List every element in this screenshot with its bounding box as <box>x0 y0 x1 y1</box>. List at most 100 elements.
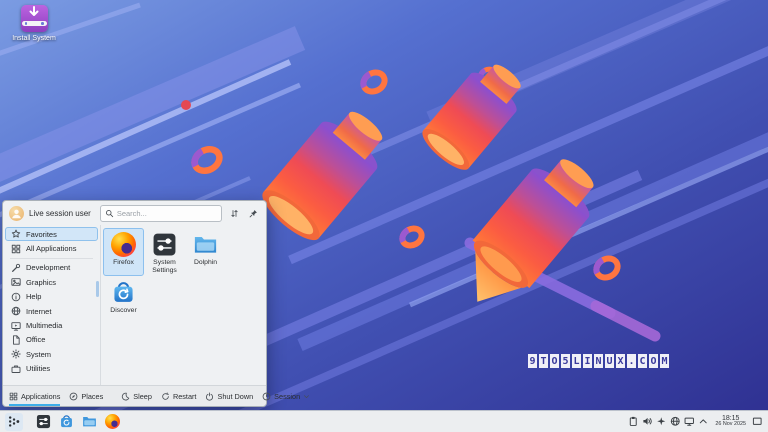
firefox-icon <box>111 232 136 257</box>
taskbar-dolphin[interactable] <box>80 413 98 431</box>
power-icon <box>205 392 214 401</box>
search-field[interactable] <box>100 205 222 222</box>
sidebar-item-utilities[interactable]: Utilities <box>5 362 98 376</box>
discover-icon <box>111 280 136 305</box>
launcher-body: Favorites All Applications Development G… <box>3 225 266 385</box>
watermark-letter: M <box>660 354 669 368</box>
clock-date: 26 Nov 2025 <box>715 422 746 428</box>
moon-icon <box>121 392 130 401</box>
download-arrow-icon <box>26 5 42 20</box>
taskbar-firefox[interactable] <box>103 413 121 431</box>
application-launcher-menu: Live session user <box>2 200 267 407</box>
session-button[interactable]: Session <box>262 386 310 406</box>
restart-button[interactable]: Restart <box>161 386 197 406</box>
pin-button[interactable] <box>246 206 260 220</box>
launcher-footer: Applications Places Sleep Restart Shut D… <box>3 385 266 406</box>
star-icon <box>11 229 21 239</box>
tab-applications[interactable]: Applications <box>9 386 60 406</box>
tab-places[interactable]: Places <box>69 386 103 406</box>
clipboard-tray-icon[interactable] <box>626 415 639 428</box>
sidebar-scrollbar[interactable] <box>96 281 99 297</box>
sidebar-item-development[interactable]: Development <box>5 261 98 275</box>
watermark-letter: T <box>539 354 548 368</box>
chevron-down-icon <box>303 393 310 400</box>
taskbar-system-settings[interactable] <box>34 413 52 431</box>
sidebar-item-internet[interactable]: Internet <box>5 304 98 318</box>
briefcase-icon <box>11 364 21 374</box>
slider-bar-icon <box>22 21 47 26</box>
session-icon <box>262 392 271 401</box>
network-tray-icon[interactable] <box>668 415 681 428</box>
launcher-header: Live session user <box>3 201 266 225</box>
watermark-letter: I <box>583 354 592 368</box>
dolphin-folder-icon <box>82 414 97 429</box>
pin-icon <box>249 209 258 218</box>
system-settings-icon <box>152 232 177 257</box>
system-tray <box>626 415 709 428</box>
application-launcher-button[interactable] <box>5 413 23 431</box>
install-system-desktop-icon[interactable]: Install System <box>8 5 60 42</box>
sort-button[interactable] <box>227 206 241 220</box>
search-icon <box>105 209 114 218</box>
restart-icon <box>161 392 170 401</box>
dolphin-folder-icon <box>193 232 218 257</box>
install-system-icon <box>21 5 48 32</box>
show-desktop-button[interactable] <box>751 414 763 430</box>
globe-icon <box>11 306 21 316</box>
watermark-letter: X <box>616 354 625 368</box>
watermark-letter: . <box>627 354 636 368</box>
watermark-letter: 5 <box>561 354 570 368</box>
watermark: 9TO5LINUX.COM <box>528 354 669 368</box>
watermark-letter: O <box>550 354 559 368</box>
install-system-label: Install System <box>12 35 56 42</box>
watermark-letter: C <box>638 354 647 368</box>
sort-icon <box>230 209 239 218</box>
desktop: Install System 9TO5LINUX.COM Live sessio… <box>0 0 768 432</box>
sidebar-item-graphics[interactable]: Graphics <box>5 275 98 289</box>
favorites-grid: Firefox System Settings <box>101 225 266 385</box>
taskbar-discover[interactable] <box>57 413 75 431</box>
sidebar-item-favorites[interactable]: Favorites <box>5 227 98 241</box>
volume-tray-icon[interactable] <box>640 415 653 428</box>
wrench-icon <box>11 263 21 273</box>
firefox-icon <box>105 414 120 429</box>
app-tile-firefox[interactable]: Firefox <box>103 228 144 276</box>
watermark-letter: O <box>649 354 658 368</box>
system-settings-icon <box>36 414 51 429</box>
sidebar-separator <box>10 258 93 259</box>
app-tile-system-settings[interactable]: System Settings <box>144 228 185 276</box>
watermark-letter: U <box>605 354 614 368</box>
app-tile-discover[interactable]: Discover <box>103 276 144 324</box>
help-icon <box>11 292 21 302</box>
document-icon <box>11 335 21 345</box>
grid-icon <box>11 244 21 254</box>
screen-icon <box>11 321 21 331</box>
show-desktop-icon <box>752 416 763 427</box>
sidebar-item-help[interactable]: Help <box>5 290 98 304</box>
user-avatar[interactable] <box>9 206 24 221</box>
digital-clock[interactable]: 18:15 26 Nov 2025 <box>715 415 746 428</box>
grid-icon <box>9 392 18 401</box>
watermark-letter: L <box>572 354 581 368</box>
watermark-letter: N <box>594 354 603 368</box>
expand-tray-icon[interactable] <box>696 415 709 428</box>
picture-icon <box>11 277 21 287</box>
launcher-sidebar: Favorites All Applications Development G… <box>3 225 101 385</box>
watermark-letter: 9 <box>528 354 537 368</box>
discover-icon <box>59 414 74 429</box>
user-name: Live session user <box>29 209 91 218</box>
search-input[interactable] <box>117 209 217 218</box>
sidebar-item-system[interactable]: System <box>5 347 98 361</box>
gear-icon <box>11 349 21 359</box>
sidebar-item-multimedia[interactable]: Multimedia <box>5 318 98 332</box>
sleep-button[interactable]: Sleep <box>121 386 152 406</box>
sidebar-item-office[interactable]: Office <box>5 333 98 347</box>
display-tray-icon[interactable] <box>682 415 695 428</box>
night-color-tray-icon[interactable] <box>654 415 667 428</box>
shutdown-button[interactable]: Shut Down <box>205 386 253 406</box>
taskbar-panel: 18:15 26 Nov 2025 <box>0 410 768 432</box>
sidebar-item-all-applications[interactable]: All Applications <box>5 241 98 255</box>
app-tile-dolphin[interactable]: Dolphin <box>185 228 226 276</box>
compass-icon <box>69 392 78 401</box>
plasma-launcher-icon <box>7 414 22 429</box>
